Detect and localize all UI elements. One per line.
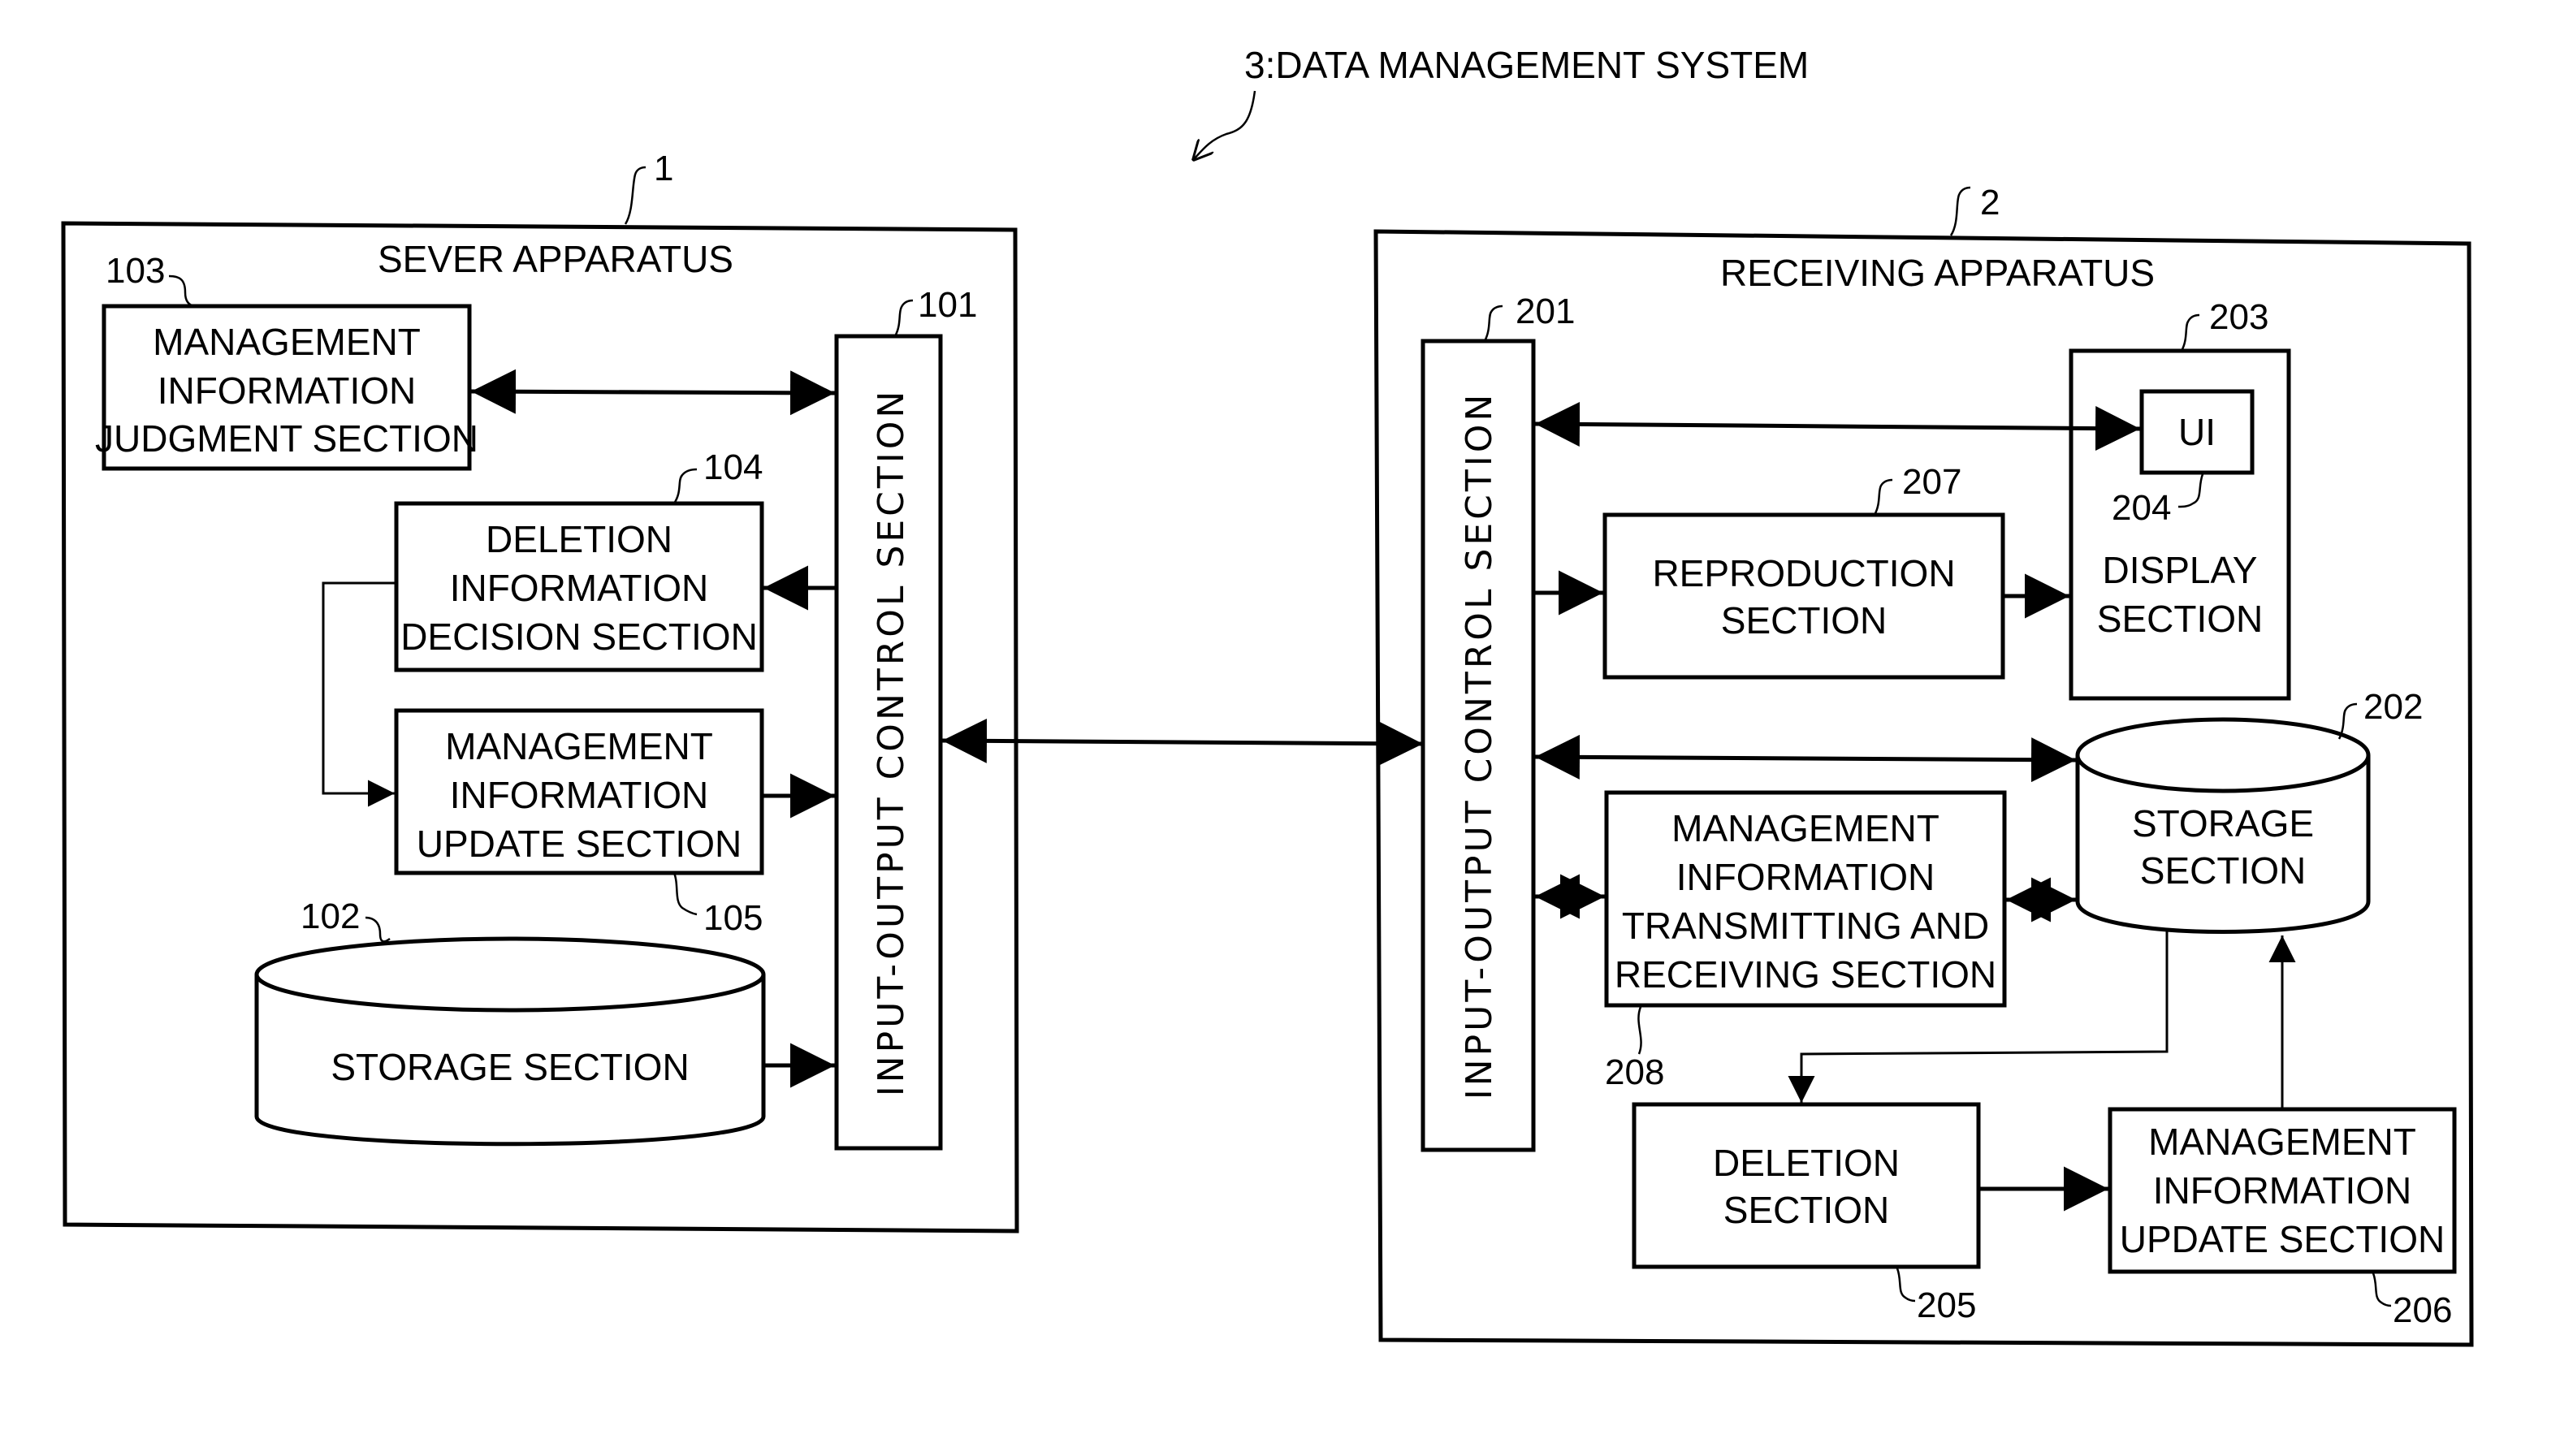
reproduction-line-1: REPRODUCTION (1652, 552, 1955, 594)
server-ref-leader (624, 166, 646, 225)
server-update-ref-leader (672, 872, 698, 916)
deletion-decision-line-3: DECISION SECTION (400, 616, 758, 658)
receiver-update-line-3: UPDATE SECTION (2120, 1218, 2445, 1260)
system-title-group: 3:DATA MANAGEMENT SYSTEM (1194, 44, 1809, 159)
server-io-control-ref: 101 (918, 285, 977, 325)
block-diagram: 3:DATA MANAGEMENT SYSTEM SEVER APPARATUS… (61, 44, 2474, 1347)
receiver-update-ref-leader (2372, 1272, 2392, 1307)
receiver-ref-leader (1949, 186, 1971, 236)
receiver-storage-ref: 202 (2363, 687, 2423, 727)
system-pointer-arrow (1194, 90, 1256, 159)
transceiver-line-2: INFORMATION (1676, 856, 1935, 898)
deletion-decision-line-1: DELETION (486, 518, 672, 560)
server-storage-ref-leader (365, 916, 391, 943)
deletion-decision-ref-leader (672, 468, 698, 504)
receiver-io-ref-leader (1483, 305, 1503, 342)
reproduction-ref-leader (1873, 478, 1893, 516)
ui-ref: 204 (2112, 488, 2171, 528)
receiver-io-control-label: INPUT-OUTPUT CONTROL SECTION (1459, 391, 1500, 1100)
server-apparatus: SEVER APPARATUS 1 103 MANAGEMENT INFORMA… (61, 149, 1019, 1233)
receiver-storage-line-1: STORAGE (2132, 802, 2314, 845)
display-line-1: DISPLAY (2103, 549, 2258, 591)
system-title: 3:DATA MANAGEMENT SYSTEM (1244, 44, 1809, 86)
ui-label: UI (2178, 411, 2216, 453)
deletion-decision-ref: 104 (703, 447, 763, 487)
display-ref-leader (2180, 313, 2200, 352)
receiver-ref: 2 (1980, 183, 2000, 223)
server-io-ref-leader (893, 299, 914, 337)
receiver-io-control-ref: 201 (1516, 292, 1575, 331)
server-update-ref: 105 (703, 898, 763, 938)
server-update-line-3: UPDATE SECTION (417, 823, 742, 865)
transceiver-line-1: MANAGEMENT (1671, 807, 1939, 849)
server-storage-cylinder (254, 936, 766, 1147)
deletion-section-box (1632, 1102, 1981, 1269)
judgment-line-1: MANAGEMENT (153, 321, 421, 363)
server-apparatus-title: SEVER APPARATUS (378, 238, 733, 280)
server-storage-label: STORAGE SECTION (331, 1046, 689, 1088)
arrow-deletion-decision-to-update (322, 581, 396, 807)
receiving-apparatus: RECEIVING APPARATUS 2 201 INPUT-OUTPUT C… (1373, 183, 2474, 1347)
transceiver-line-3: TRANSMITTING AND (1622, 905, 1989, 947)
deletion-decision-line-2: INFORMATION (450, 567, 709, 609)
judgment-section-ref: 103 (106, 251, 165, 291)
deletion-section-ref: 205 (1917, 1285, 1976, 1325)
display-line-2: SECTION (2097, 598, 2263, 640)
reproduction-line-2: SECTION (1721, 599, 1887, 642)
arrow-io-storage (1534, 734, 2077, 783)
receiver-storage-ref-leader (2337, 702, 2358, 740)
receiving-apparatus-title: RECEIVING APPARATUS (1720, 252, 2155, 294)
transceiver-section-ref: 208 (1605, 1052, 1664, 1092)
arrow-io-ui (1534, 401, 2141, 451)
transceiver-ref-leader (1637, 1006, 1642, 1055)
deletion-ref-leader (1896, 1268, 1916, 1303)
arrow-judgment-io (470, 369, 836, 416)
deletion-line-2: SECTION (1723, 1189, 1889, 1231)
reproduction-section-box (1602, 512, 2005, 680)
receiver-update-ref: 206 (2393, 1290, 2452, 1330)
server-io-control-label: INPUT-OUTPUT CONTROL SECTION (871, 388, 912, 1097)
server-storage-ref: 102 (301, 896, 360, 936)
server-update-line-1: MANAGEMENT (445, 725, 713, 767)
receiver-update-line-1: MANAGEMENT (2148, 1121, 2416, 1163)
transceiver-line-4: RECEIVING SECTION (1615, 953, 1996, 996)
judgment-ref-leader (168, 274, 196, 308)
receiver-update-line-2: INFORMATION (2153, 1169, 2412, 1212)
deletion-line-1: DELETION (1713, 1142, 1900, 1184)
server-update-line-2: INFORMATION (450, 774, 709, 816)
server-ref: 1 (654, 149, 673, 188)
reproduction-section-ref: 207 (1902, 462, 1961, 502)
display-section-ref: 203 (2209, 297, 2268, 337)
receiver-storage-line-2: SECTION (2140, 849, 2306, 892)
judgment-line-2: INFORMATION (158, 369, 417, 412)
judgment-line-3: JUDGMENT SECTION (95, 417, 478, 460)
